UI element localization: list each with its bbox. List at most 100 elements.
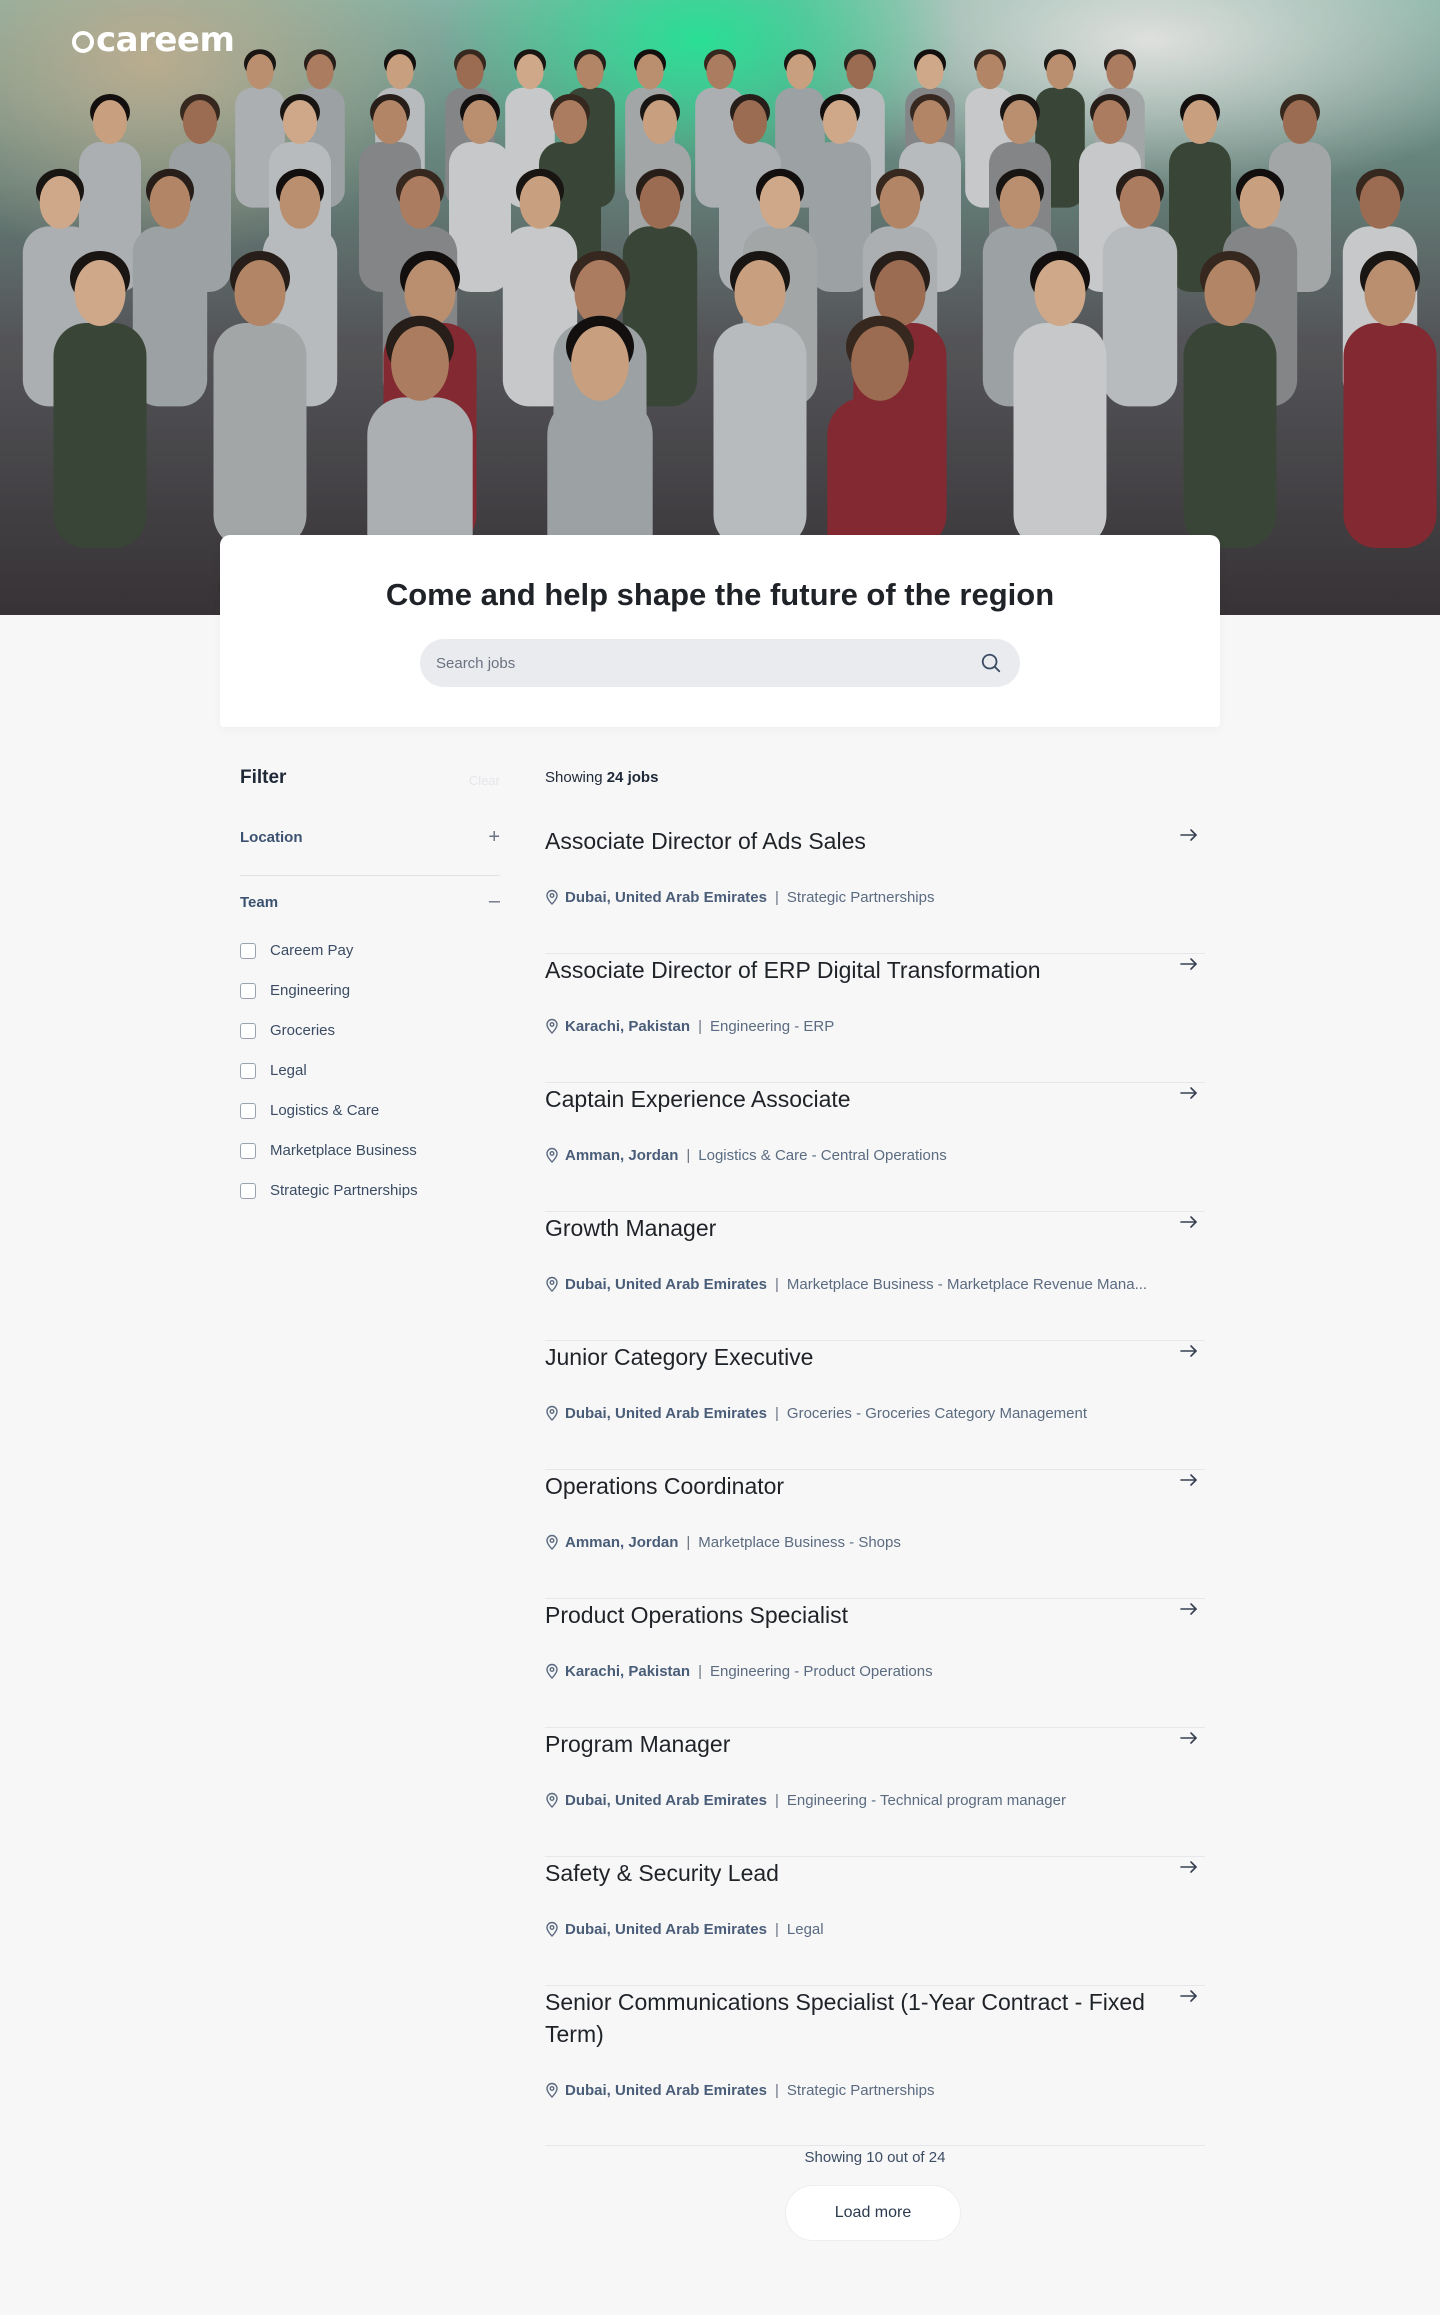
location-filter-header[interactable]: Location bbox=[240, 829, 303, 846]
job-meta: Dubai, United Arab Emirates | Engineering … bbox=[545, 1792, 1175, 1809]
job-row[interactable]: Associate Director of ERP Digital Transf… bbox=[545, 954, 1205, 1083]
checkbox[interactable] bbox=[240, 1183, 256, 1199]
team-option-careem-pay[interactable]: Careem Pay bbox=[240, 940, 500, 960]
team-option-engineering[interactable]: Engineering bbox=[240, 980, 500, 1000]
checkbox[interactable] bbox=[240, 1103, 256, 1119]
job-row[interactable]: Safety & Security Lead Dubai, United Arab… bbox=[545, 1857, 1205, 1986]
job-team: Legal bbox=[786, 1921, 824, 1938]
hero-banner: careem bbox=[0, 0, 1440, 615]
search-input[interactable] bbox=[420, 639, 960, 687]
separator: | bbox=[686, 1147, 691, 1164]
search-bar bbox=[420, 639, 1020, 687]
clear-filters-button[interactable]: Clear bbox=[469, 773, 500, 788]
team-option-legal[interactable]: Legal bbox=[240, 1060, 500, 1080]
hero-card: Come and help shape the future of the re… bbox=[220, 535, 1220, 727]
map-pin-icon bbox=[546, 1534, 558, 1550]
job-location: Dubai, United Arab Emirates bbox=[565, 1792, 767, 1809]
team-option-logistics-care[interactable]: Logistics & Care bbox=[240, 1100, 500, 1120]
job-title[interactable]: Associate Director of Ads Sales bbox=[545, 825, 1145, 857]
job-meta: Dubai, United Arab Emirates | Marketplace … bbox=[545, 1276, 1175, 1293]
job-title[interactable]: Growth Manager bbox=[545, 1212, 1145, 1244]
separator: | bbox=[698, 1663, 702, 1680]
job-title[interactable]: Associate Director of ERP Digital Transf… bbox=[545, 954, 1145, 986]
job-meta: Dubai, United Arab Emirates | Strategic Pa… bbox=[545, 889, 1175, 906]
job-row[interactable]: Junior Category Executive Dubai, United A… bbox=[545, 1341, 1205, 1470]
expand-location-icon[interactable]: + bbox=[488, 827, 500, 847]
arrow-right-icon[interactable] bbox=[1179, 1085, 1199, 1101]
job-title[interactable]: Program Manager bbox=[545, 1728, 1145, 1760]
map-pin-icon bbox=[546, 2082, 558, 2098]
separator: | bbox=[775, 1405, 779, 1422]
map-pin-icon bbox=[546, 1405, 558, 1421]
job-row[interactable]: Senior Communications Specialist (1-Year… bbox=[545, 1986, 1205, 2146]
job-location: Dubai, United Arab Emirates bbox=[565, 1405, 767, 1422]
job-title[interactable]: Product Operations Specialist bbox=[545, 1599, 1145, 1631]
map-pin-icon bbox=[546, 1663, 558, 1679]
job-title[interactable]: Operations Coordinator bbox=[545, 1470, 1145, 1502]
arrow-right-icon[interactable] bbox=[1179, 1343, 1199, 1359]
job-team: Strategic Partnerships bbox=[786, 2082, 935, 2099]
job-meta: Dubai, United Arab Emirates | Groceries - … bbox=[545, 1405, 1175, 1422]
map-pin-icon bbox=[546, 1921, 558, 1937]
photo-overlay bbox=[0, 0, 1440, 615]
arrow-right-icon[interactable] bbox=[1179, 1988, 1199, 2004]
checkbox[interactable] bbox=[240, 1143, 256, 1159]
results-count: Showing 24 jobs bbox=[545, 769, 658, 786]
arrow-right-icon[interactable] bbox=[1179, 956, 1199, 972]
team-option-label: Legal bbox=[270, 1062, 307, 1079]
pagination-status: Showing 10 out of 24 bbox=[804, 2149, 946, 2166]
arrow-right-icon[interactable] bbox=[1179, 1601, 1199, 1617]
job-meta: Dubai, United Arab Emirates | Strategic Pa… bbox=[545, 2082, 1175, 2099]
map-pin-icon bbox=[546, 1792, 558, 1808]
job-row[interactable]: Product Operations Specialist Karachi, Pa… bbox=[545, 1599, 1205, 1728]
results-prefix: Showing bbox=[545, 769, 603, 786]
team-option-strategic-partnerships[interactable]: Strategic Partnerships bbox=[240, 1180, 500, 1200]
map-pin-icon bbox=[546, 1018, 558, 1034]
load-more-button[interactable]: Load more bbox=[785, 2185, 961, 2241]
job-team: Engineering - ERP bbox=[709, 1018, 835, 1035]
job-location: Amman, Jordan bbox=[565, 1147, 679, 1164]
checkbox[interactable] bbox=[240, 943, 256, 959]
team-option-label: Strategic Partnerships bbox=[270, 1182, 418, 1199]
job-team: Engineering - Technical program manager bbox=[786, 1792, 1066, 1809]
arrow-right-icon[interactable] bbox=[1179, 1859, 1199, 1875]
job-title[interactable]: Junior Category Executive bbox=[545, 1341, 1145, 1373]
logo-text: careem bbox=[96, 20, 235, 60]
divider bbox=[240, 875, 500, 876]
arrow-right-icon[interactable] bbox=[1179, 1214, 1199, 1230]
job-location: Dubai, United Arab Emirates bbox=[565, 2082, 767, 2099]
job-row[interactable]: Associate Director of Ads Sales Dubai, Un… bbox=[545, 825, 1205, 954]
results-total: 24 jobs bbox=[606, 769, 659, 786]
careem-logo[interactable]: careem bbox=[72, 20, 235, 60]
checkbox[interactable] bbox=[240, 983, 256, 999]
checkbox[interactable] bbox=[240, 1063, 256, 1079]
arrow-right-icon[interactable] bbox=[1179, 1730, 1199, 1746]
job-team: Marketplace Business - Marketplace Reven… bbox=[786, 1276, 1148, 1293]
job-row[interactable]: Captain Experience Associate Amman, Jorda… bbox=[545, 1083, 1205, 1212]
team-filter-header[interactable]: Team bbox=[240, 894, 278, 911]
search-icon[interactable] bbox=[980, 652, 1002, 674]
job-meta: Karachi, Pakistan | Engineering - Product … bbox=[545, 1663, 1175, 1680]
checkbox[interactable] bbox=[240, 1023, 256, 1039]
job-title[interactable]: Safety & Security Lead bbox=[545, 1857, 1145, 1889]
job-location: Amman, Jordan bbox=[565, 1534, 679, 1551]
job-title[interactable]: Senior Communications Specialist (1-Year… bbox=[545, 1986, 1145, 2050]
team-option-groceries[interactable]: Groceries bbox=[240, 1020, 500, 1040]
arrow-right-icon[interactable] bbox=[1179, 1472, 1199, 1488]
team-option-label: Engineering bbox=[270, 982, 351, 999]
job-location: Karachi, Pakistan bbox=[565, 1663, 691, 1680]
job-location: Dubai, United Arab Emirates bbox=[565, 889, 767, 906]
job-row[interactable]: Operations Coordinator Amman, Jordan | Mark… bbox=[545, 1470, 1205, 1599]
team-option-label: Groceries bbox=[270, 1022, 336, 1039]
team-option-label: Careem Pay bbox=[270, 942, 354, 959]
separator: | bbox=[775, 1276, 779, 1293]
team-option-marketplace-business[interactable]: Marketplace Business bbox=[240, 1140, 500, 1160]
job-row[interactable]: Program Manager Dubai, United Arab Emirat… bbox=[545, 1728, 1205, 1857]
job-meta: Dubai, United Arab Emirates | Legal bbox=[545, 1921, 1175, 1938]
arrow-right-icon[interactable] bbox=[1179, 827, 1199, 843]
team-option-label: Marketplace Business bbox=[270, 1142, 417, 1159]
map-pin-icon bbox=[546, 1147, 558, 1163]
job-title[interactable]: Captain Experience Associate bbox=[545, 1083, 1145, 1115]
job-row[interactable]: Growth Manager Dubai, United Arab Emirate… bbox=[545, 1212, 1205, 1341]
collapse-team-icon[interactable]: – bbox=[489, 891, 500, 911]
